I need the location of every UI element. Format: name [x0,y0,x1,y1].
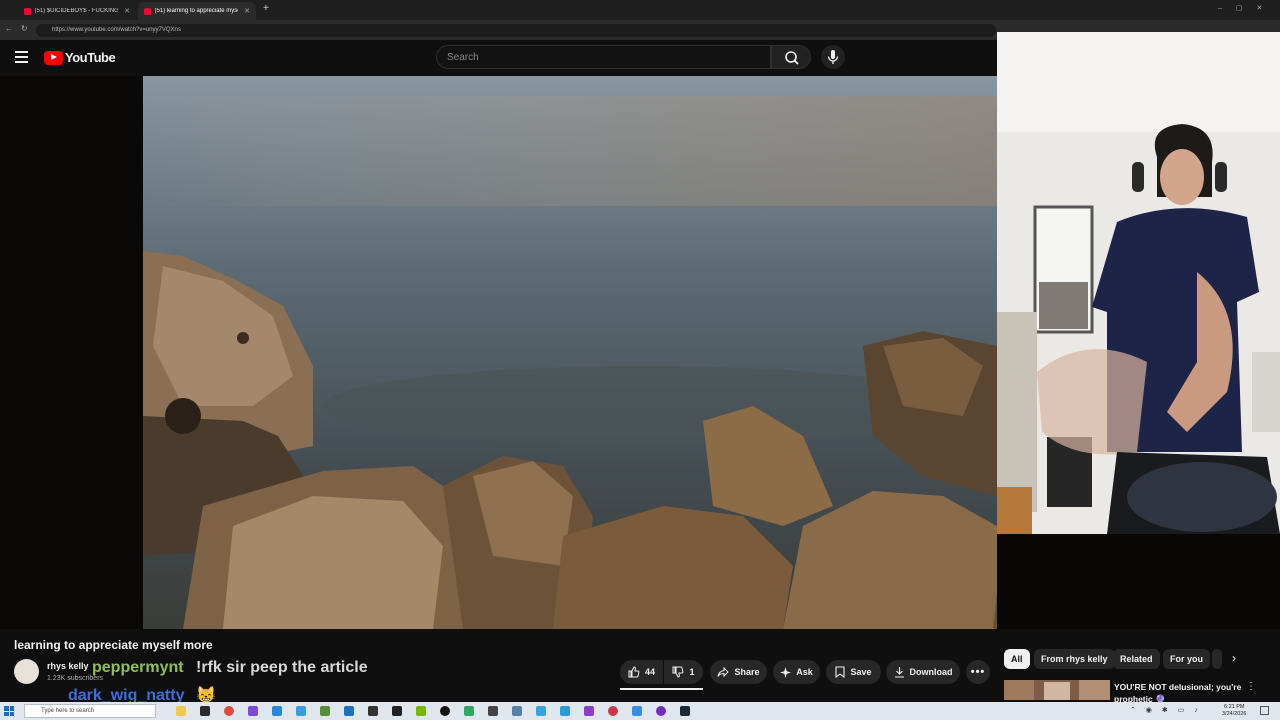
microphone-icon [827,50,839,64]
chevron-right-icon[interactable]: › [1232,651,1236,665]
app-icon[interactable] [560,706,570,716]
thumbs-down-icon [672,666,684,678]
channel-name[interactable]: rhys kelly [47,661,89,671]
taskbar-clock[interactable]: 6:21 PM 3/24/2026 [1222,704,1246,718]
browser-tab-bar: (51) $UICIDEBOY$ - FUCKING YOU ✕ (51) le… [0,0,1280,20]
app-icon[interactable] [320,706,330,716]
bookmark-icon [835,666,846,678]
window-controls[interactable]: –▢✕ [1218,4,1276,12]
close-tab-icon[interactable]: ✕ [244,7,250,15]
app-icon[interactable] [608,706,618,716]
url-field[interactable]: https://www.youtube.com/watch?v=unyy7VQX… [36,24,996,37]
youtube-play-icon [44,50,63,65]
search-box [436,45,771,69]
download-button[interactable]: Download [886,660,960,684]
edge-icon[interactable] [296,706,306,716]
app-icon[interactable] [368,706,378,716]
thumbnail-image [1004,680,1110,700]
more-actions-button[interactable]: ••• [966,660,990,684]
share-icon [717,666,730,678]
video-title: learning to appreciate myself more [14,638,213,652]
app-icon[interactable] [536,706,546,716]
app-icon[interactable] [440,706,450,716]
windows-start-icon[interactable] [4,706,14,716]
app-icon[interactable] [272,706,282,716]
more-vertical-icon[interactable]: ⋮ [1246,681,1256,692]
app-icon[interactable] [488,706,498,716]
app-icon[interactable] [584,706,594,716]
save-button[interactable]: Save [826,660,881,684]
chip-all[interactable]: All [1004,649,1030,669]
more-icon: ••• [970,666,986,678]
chat-message: !rfk sir peep the article [196,659,368,676]
dislike-button[interactable]: 1 [664,660,703,684]
app-icon[interactable] [392,706,402,716]
notifications-icon[interactable] [1260,706,1269,715]
menu-icon[interactable] [15,51,28,63]
video-content-image [143,76,997,629]
close-tab-icon[interactable]: ✕ [124,7,130,15]
youtube-logo[interactable]: YouTube [44,50,116,65]
search-input[interactable] [437,46,770,68]
file-explorer-icon[interactable] [176,706,186,716]
recommendation-thumbnail[interactable] [1004,680,1110,700]
video-player[interactable] [0,76,997,629]
youtube-favicon-icon [144,7,151,15]
thumbs-up-icon [628,666,640,678]
sparkle-icon [780,666,792,678]
browser-tab-active[interactable]: (51) learning to appreciate myself ✕ [138,2,256,20]
windows-taskbar: Type here to search ⌃ ◉ ✱ ▭ ♪ 6:21 PM 3/… [0,702,1280,720]
app-icon[interactable] [632,706,642,716]
app-icon[interactable] [200,706,210,716]
like-progress-bar [620,688,703,690]
voice-search-button[interactable] [821,45,845,69]
chrome-icon[interactable] [224,706,234,716]
like-button[interactable]: 44 [620,660,663,684]
chip-overflow[interactable] [1212,649,1222,669]
app-icon[interactable] [656,706,666,716]
system-tray[interactable]: ⌃ ◉ ✱ ▭ ♪ [1130,706,1202,714]
app-icon[interactable] [344,706,354,716]
app-icon[interactable] [464,706,474,716]
chip-from-channel[interactable]: From rhys kelly [1034,649,1115,669]
chat-username: peppermynt [92,659,184,676]
search-icon [785,51,799,65]
chip-for-you[interactable]: For you [1163,649,1210,669]
chip-related[interactable]: Related [1113,649,1160,669]
steam-icon[interactable] [680,706,690,716]
back-icon[interactable]: ← [5,24,13,33]
new-tab-icon[interactable]: + [263,3,269,14]
webcam-image [997,32,1280,534]
app-icon[interactable] [512,706,522,716]
download-icon [894,667,904,678]
search-button[interactable] [771,45,811,69]
channel-avatar[interactable] [14,659,39,684]
browser-tab[interactable]: (51) $UICIDEBOY$ - FUCKING YOU ✕ [18,2,136,20]
nvidia-icon[interactable] [416,706,426,716]
webcam-overlay [997,32,1280,534]
reload-icon[interactable]: ↻ [21,24,28,33]
ask-button[interactable]: Ask [773,660,820,684]
youtube-favicon-icon [24,7,31,15]
taskbar-search-field[interactable]: Type here to search [24,704,156,718]
video-overflow-area [997,534,1280,629]
recommendation-title[interactable]: YOU'RE NOT delusional; you're [1114,682,1241,692]
video-frame[interactable] [143,76,997,629]
share-button[interactable]: Share [710,660,767,684]
app-icon[interactable] [248,706,258,716]
